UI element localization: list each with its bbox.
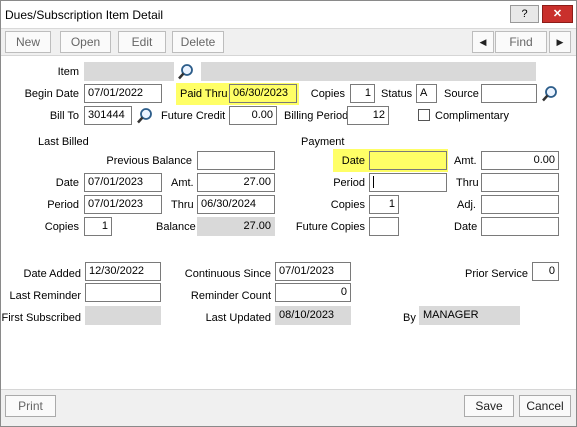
balance-label: Balance bbox=[156, 221, 196, 233]
prior-service-field[interactable]: 0 bbox=[532, 262, 559, 281]
bill-to-label: Bill To bbox=[49, 110, 79, 122]
save-button[interactable]: Save bbox=[464, 395, 514, 417]
payment-thru-label: Thru bbox=[456, 177, 479, 189]
payment-date2-field[interactable] bbox=[481, 217, 559, 236]
complimentary-checkbox[interactable] bbox=[418, 109, 430, 121]
prev-record-button[interactable]: ◀ bbox=[472, 31, 494, 53]
payment-copies-label: Copies bbox=[330, 199, 365, 211]
by-label: By bbox=[403, 312, 416, 324]
payment-date2-label: Date bbox=[454, 221, 478, 233]
new-button[interactable]: New bbox=[5, 31, 51, 53]
future-credit-field[interactable]: 0.00 bbox=[229, 106, 277, 125]
delete-button[interactable]: Delete bbox=[172, 31, 224, 53]
find-button[interactable]: Find bbox=[495, 31, 547, 53]
payment-thru-field[interactable] bbox=[481, 173, 559, 192]
last-reminder-field[interactable] bbox=[85, 283, 161, 302]
future-credit-label: Future Credit bbox=[161, 110, 226, 122]
last-updated-label: Last Updated bbox=[205, 312, 271, 324]
status-label: Status bbox=[381, 88, 413, 100]
payment-amt-label: Amt. bbox=[454, 155, 477, 167]
payment-date-field[interactable] bbox=[369, 151, 447, 170]
chevron-right-icon: ▶ bbox=[556, 37, 564, 47]
last-billed-amt-field[interactable]: 27.00 bbox=[197, 173, 275, 192]
payment-adj-label: Adj. bbox=[457, 199, 476, 211]
detail-form: Item Begin Date 07/01/2022 Paid Thru 06/… bbox=[1, 56, 576, 389]
previous-balance-label: Previous Balance bbox=[106, 155, 192, 167]
last-billed-period-field[interactable]: 07/01/2023 bbox=[84, 195, 162, 214]
last-billed-period-label: Period bbox=[47, 199, 79, 211]
last-reminder-label: Last Reminder bbox=[9, 290, 81, 302]
balance-field: 27.00 bbox=[197, 217, 275, 236]
billing-period-field[interactable]: 12 bbox=[347, 106, 389, 125]
payment-adj-field[interactable] bbox=[481, 195, 559, 214]
last-billed-copies-label: Copies bbox=[44, 221, 79, 233]
paid-thru-field[interactable]: 06/30/2023 bbox=[229, 84, 297, 103]
source-label: Source bbox=[444, 88, 479, 100]
item-label: Item bbox=[57, 66, 79, 78]
last-billed-thru-field[interactable]: 06/30/2024 bbox=[197, 195, 275, 214]
text-cursor bbox=[373, 176, 374, 189]
help-button[interactable]: ? bbox=[510, 5, 539, 23]
by-field: MANAGER bbox=[419, 306, 520, 325]
dialog-window: Dues/Subscription Item Detail ? ✕ New Op… bbox=[0, 0, 577, 427]
copies-field[interactable]: 1 bbox=[350, 84, 375, 103]
toolbar: New Open Edit Delete ◀ Find ▶ bbox=[1, 29, 576, 56]
date-added-field[interactable]: 12/30/2022 bbox=[85, 262, 161, 281]
footer-bar: Print Save Cancel bbox=[1, 389, 576, 426]
date-added-label: Date Added bbox=[23, 268, 82, 280]
next-record-button[interactable]: ▶ bbox=[549, 31, 571, 53]
last-billed-header: Last Billed bbox=[38, 136, 89, 148]
first-subscribed-label: First Subscribed bbox=[1, 312, 81, 324]
window-title: Dues/Subscription Item Detail bbox=[5, 8, 164, 22]
source-field[interactable] bbox=[481, 84, 537, 103]
item-lookup-button[interactable] bbox=[176, 62, 196, 81]
reminder-count-label: Reminder Count bbox=[190, 290, 271, 302]
last-billed-date-label: Date bbox=[55, 177, 79, 189]
bill-to-field[interactable]: 301444 bbox=[84, 106, 132, 125]
payment-period-label: Period bbox=[333, 177, 365, 189]
continuous-since-label: Continuous Since bbox=[184, 268, 271, 280]
begin-date-label: Begin Date bbox=[24, 88, 79, 100]
item-description-field bbox=[201, 62, 536, 81]
last-billed-thru-label: Thru bbox=[171, 199, 194, 211]
item-code-field[interactable] bbox=[84, 62, 174, 81]
cancel-button[interactable]: Cancel bbox=[519, 395, 571, 417]
complimentary-label: Complimentary bbox=[435, 110, 509, 122]
source-lookup-button[interactable] bbox=[540, 84, 560, 103]
last-billed-copies-field[interactable]: 1 bbox=[84, 217, 112, 236]
open-button[interactable]: Open bbox=[60, 31, 111, 53]
status-field[interactable]: A bbox=[416, 84, 437, 103]
prior-service-label: Prior Service bbox=[465, 268, 528, 280]
magnifier-icon bbox=[542, 85, 557, 101]
last-billed-amt-label: Amt. bbox=[171, 177, 194, 189]
reminder-count-field[interactable]: 0 bbox=[275, 283, 351, 302]
first-subscribed-field bbox=[85, 306, 161, 325]
paid-thru-label: Paid Thru bbox=[180, 88, 228, 100]
magnifier-icon bbox=[137, 107, 152, 123]
payment-copies-field[interactable]: 1 bbox=[369, 195, 399, 214]
billing-period-label: Billing Period bbox=[284, 110, 349, 122]
print-button[interactable]: Print bbox=[5, 395, 56, 417]
payment-header: Payment bbox=[301, 136, 345, 148]
edit-button[interactable]: Edit bbox=[118, 31, 166, 53]
title-bar: Dues/Subscription Item Detail ? ✕ bbox=[1, 1, 576, 29]
payment-date-label: Date bbox=[341, 155, 365, 167]
future-copies-label: Future Copies bbox=[295, 221, 365, 233]
close-button[interactable]: ✕ bbox=[542, 5, 573, 23]
payment-amt-field[interactable]: 0.00 bbox=[481, 151, 559, 170]
bill-to-lookup-button[interactable] bbox=[135, 106, 155, 125]
continuous-since-field[interactable]: 07/01/2023 bbox=[275, 262, 351, 281]
future-copies-field[interactable] bbox=[369, 217, 399, 236]
previous-balance-field[interactable] bbox=[197, 151, 275, 170]
last-updated-field: 08/10/2023 bbox=[275, 306, 351, 325]
magnifier-icon bbox=[178, 63, 193, 79]
payment-period-field[interactable] bbox=[369, 173, 447, 192]
copies-label: Copies bbox=[310, 88, 345, 100]
last-billed-date-field[interactable]: 07/01/2023 bbox=[84, 173, 162, 192]
chevron-left-icon: ◀ bbox=[479, 37, 487, 47]
begin-date-field[interactable]: 07/01/2022 bbox=[84, 84, 162, 103]
